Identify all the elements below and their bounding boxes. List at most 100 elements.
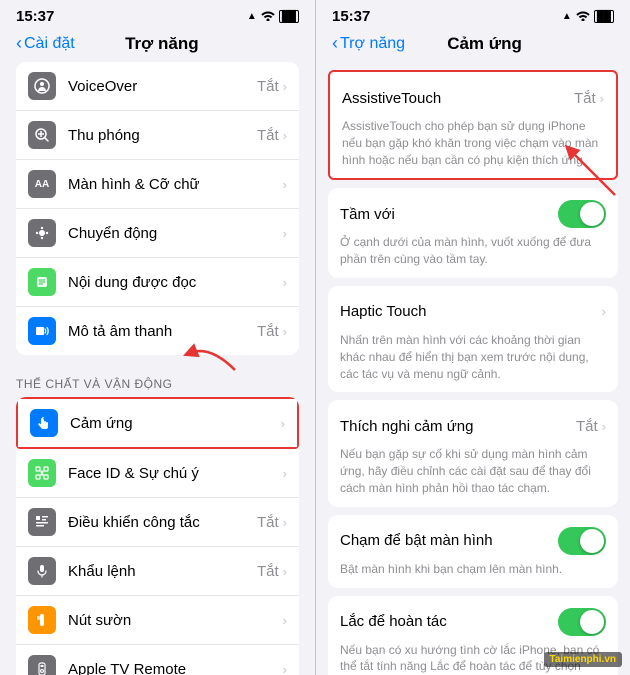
side-button-icon xyxy=(28,606,56,634)
battery-icon: ██ xyxy=(279,10,299,23)
settings-item-touch[interactable]: Cảm ứng › xyxy=(18,399,297,447)
touch-label: Cảm ứng xyxy=(70,415,281,432)
right-panel: 15:37 ▲ ██ ‹ Trợ năng Cảm ứng AssistiveT… xyxy=(315,0,630,675)
page-title-left: Trợ năng xyxy=(75,34,249,54)
right-group-2: Haptic Touch › Nhấn trên màn hình với cá… xyxy=(328,286,618,392)
voiceover-label: VoiceOver xyxy=(68,78,257,95)
zoom-label: Thu phóng xyxy=(68,127,257,144)
spoken-chevron: › xyxy=(283,275,287,290)
status-icons-left: ▲ ██ xyxy=(247,9,299,24)
signal-icon-right: ▲ xyxy=(562,11,572,22)
zoom-chevron: › xyxy=(283,128,287,143)
reach-title: Tầm với xyxy=(340,206,558,223)
spoken-icon xyxy=(28,268,56,296)
back-button-right[interactable]: ‹ Trợ năng xyxy=(332,33,405,54)
zoom-value: Tắt xyxy=(257,127,279,144)
voiceover-icon xyxy=(28,72,56,100)
touch-accommodations-value: Tắt xyxy=(576,418,598,435)
back-label-left: Cài đặt xyxy=(24,35,75,53)
settings-item-audio-desc[interactable]: Mô tả âm thanh Tắt › xyxy=(16,307,299,355)
audio-desc-chevron: › xyxy=(283,324,287,339)
tap-to-wake-item[interactable]: Chạm để bật màn hình Bật màn hình khi bạ… xyxy=(328,515,618,588)
page-title-right: Cảm ứng xyxy=(405,34,564,54)
right-group-1: Tầm với Ở cạnh dưới của màn hình, vuốt x… xyxy=(328,188,618,278)
settings-item-motion[interactable]: Chuyển động › xyxy=(16,209,299,258)
section-header-physical: THỂ CHẤT VÀ VẬN ĐỘNG xyxy=(0,363,315,397)
right-group-5: Lắc để hoàn tác Nếu bạn có xu hướng tình… xyxy=(328,596,618,675)
time-right: 15:37 xyxy=(332,8,370,25)
assistive-touch-item[interactable]: AssistiveTouch Tắt › AssistiveTouch cho … xyxy=(330,72,616,178)
touch-accommodations-desc: Nếu bạn gặp sự cố khi sử dụng màn hình c… xyxy=(340,446,606,496)
settings-item-display[interactable]: AA Màn hình & Cỡ chữ › xyxy=(16,160,299,209)
battery-icon-right: ██ xyxy=(594,10,614,23)
switch-control-chevron: › xyxy=(283,515,287,530)
haptic-desc: Nhấn trên màn hình với các khoảng thời g… xyxy=(340,332,606,382)
settings-item-voice-control[interactable]: Khẩu lệnh Tắt › xyxy=(16,547,299,596)
back-label-right: Trợ năng xyxy=(340,35,405,53)
assistive-touch-desc: AssistiveTouch cho phép bạn sử dụng iPho… xyxy=(342,118,604,168)
assistive-touch-chevron: › xyxy=(600,91,604,106)
tap-to-wake-toggle[interactable] xyxy=(558,527,606,555)
shake-undo-title: Lắc để hoàn tác xyxy=(340,613,558,630)
time-left: 15:37 xyxy=(16,8,54,25)
assistive-touch-title: AssistiveTouch xyxy=(342,90,574,107)
shake-undo-item[interactable]: Lắc để hoàn tác Nếu bạn có xu hướng tình… xyxy=(328,596,618,675)
settings-item-switch-control[interactable]: Điều khiển công tắc Tắt › xyxy=(16,498,299,547)
switch-control-value: Tắt xyxy=(257,514,279,531)
wifi-icon-right xyxy=(576,9,590,24)
audio-desc-value: Tắt xyxy=(257,323,279,340)
voice-control-value: Tắt xyxy=(257,563,279,580)
left-panel: 15:37 ▲ ██ ‹ Cài đặt Trợ năng VoiceOver xyxy=(0,0,315,675)
settings-item-faceid[interactable]: Face ID & Sự chú ý › xyxy=(16,449,299,498)
faceid-label: Face ID & Sự chú ý xyxy=(68,465,283,482)
touch-accommodations-item[interactable]: Thích nghi cảm ứng Tắt › Nếu bạn gặp sự … xyxy=(328,400,618,506)
touch-chevron: › xyxy=(281,416,285,431)
apple-tv-remote-chevron: › xyxy=(283,662,287,675)
assistive-touch-highlight: AssistiveTouch Tắt › AssistiveTouch cho … xyxy=(328,70,618,180)
voiceover-value: Tắt xyxy=(257,78,279,95)
haptic-title: Haptic Touch xyxy=(340,303,602,320)
status-icons-right: ▲ ██ xyxy=(562,9,614,24)
zoom-icon xyxy=(28,121,56,149)
motion-icon xyxy=(28,219,56,247)
display-chevron: › xyxy=(283,177,287,192)
wifi-icon xyxy=(261,9,275,24)
voice-control-icon xyxy=(28,557,56,585)
settings-item-apple-tv-remote[interactable]: Apple TV Remote › xyxy=(16,645,299,675)
switch-control-icon xyxy=(28,508,56,536)
side-button-chevron: › xyxy=(283,613,287,628)
touch-accommodations-chevron: › xyxy=(602,419,606,434)
settings-list-left: VoiceOver Tắt › Thu phóng Tắt › AA Màn h… xyxy=(0,62,315,675)
spoken-label: Nội dung được đọc xyxy=(68,274,283,291)
touch-icon xyxy=(30,409,58,437)
settings-item-spoken[interactable]: Nội dung được đọc › xyxy=(16,258,299,307)
nav-bar-right: ‹ Trợ năng Cảm ứng xyxy=(316,29,630,62)
right-group-3: Thích nghi cảm ứng Tắt › Nếu bạn gặp sự … xyxy=(328,400,618,506)
tap-to-wake-desc: Bật màn hình khi bạn chạm lên màn hình. xyxy=(340,561,606,578)
reach-desc: Ở cạnh dưới của màn hình, vuốt xuống để … xyxy=(340,234,606,268)
faceid-icon xyxy=(28,459,56,487)
reach-item[interactable]: Tầm với Ở cạnh dưới của màn hình, vuốt x… xyxy=(328,188,618,278)
tap-to-wake-title: Chạm để bật màn hình xyxy=(340,532,558,549)
display-icon: AA xyxy=(28,170,56,198)
nav-bar-left: ‹ Cài đặt Trợ năng xyxy=(0,29,315,62)
side-button-label: Nút sườn xyxy=(68,612,283,629)
status-bar-left: 15:37 ▲ ██ xyxy=(0,0,315,29)
apple-tv-remote-icon xyxy=(28,655,56,675)
audio-desc-icon xyxy=(28,317,56,345)
voiceover-chevron: › xyxy=(283,79,287,94)
audio-desc-label: Mô tả âm thanh xyxy=(68,323,257,340)
voice-control-label: Khẩu lệnh xyxy=(68,563,257,580)
settings-item-voiceover[interactable]: VoiceOver Tắt › xyxy=(16,62,299,111)
back-button-left[interactable]: ‹ Cài đặt xyxy=(16,33,75,54)
right-group-4: Chạm để bật màn hình Bật màn hình khi bạ… xyxy=(328,515,618,588)
shake-undo-toggle[interactable] xyxy=(558,608,606,636)
assistive-touch-value: Tắt xyxy=(574,90,596,107)
settings-item-zoom[interactable]: Thu phóng Tắt › xyxy=(16,111,299,160)
chevron-left-icon: ‹ xyxy=(16,33,22,54)
haptic-item[interactable]: Haptic Touch › Nhấn trên màn hình với cá… xyxy=(328,286,618,392)
haptic-chevron: › xyxy=(602,304,606,319)
settings-item-side-button[interactable]: Nút sườn › xyxy=(16,596,299,645)
reach-toggle[interactable] xyxy=(558,200,606,228)
status-bar-right: 15:37 ▲ ██ xyxy=(316,0,630,29)
